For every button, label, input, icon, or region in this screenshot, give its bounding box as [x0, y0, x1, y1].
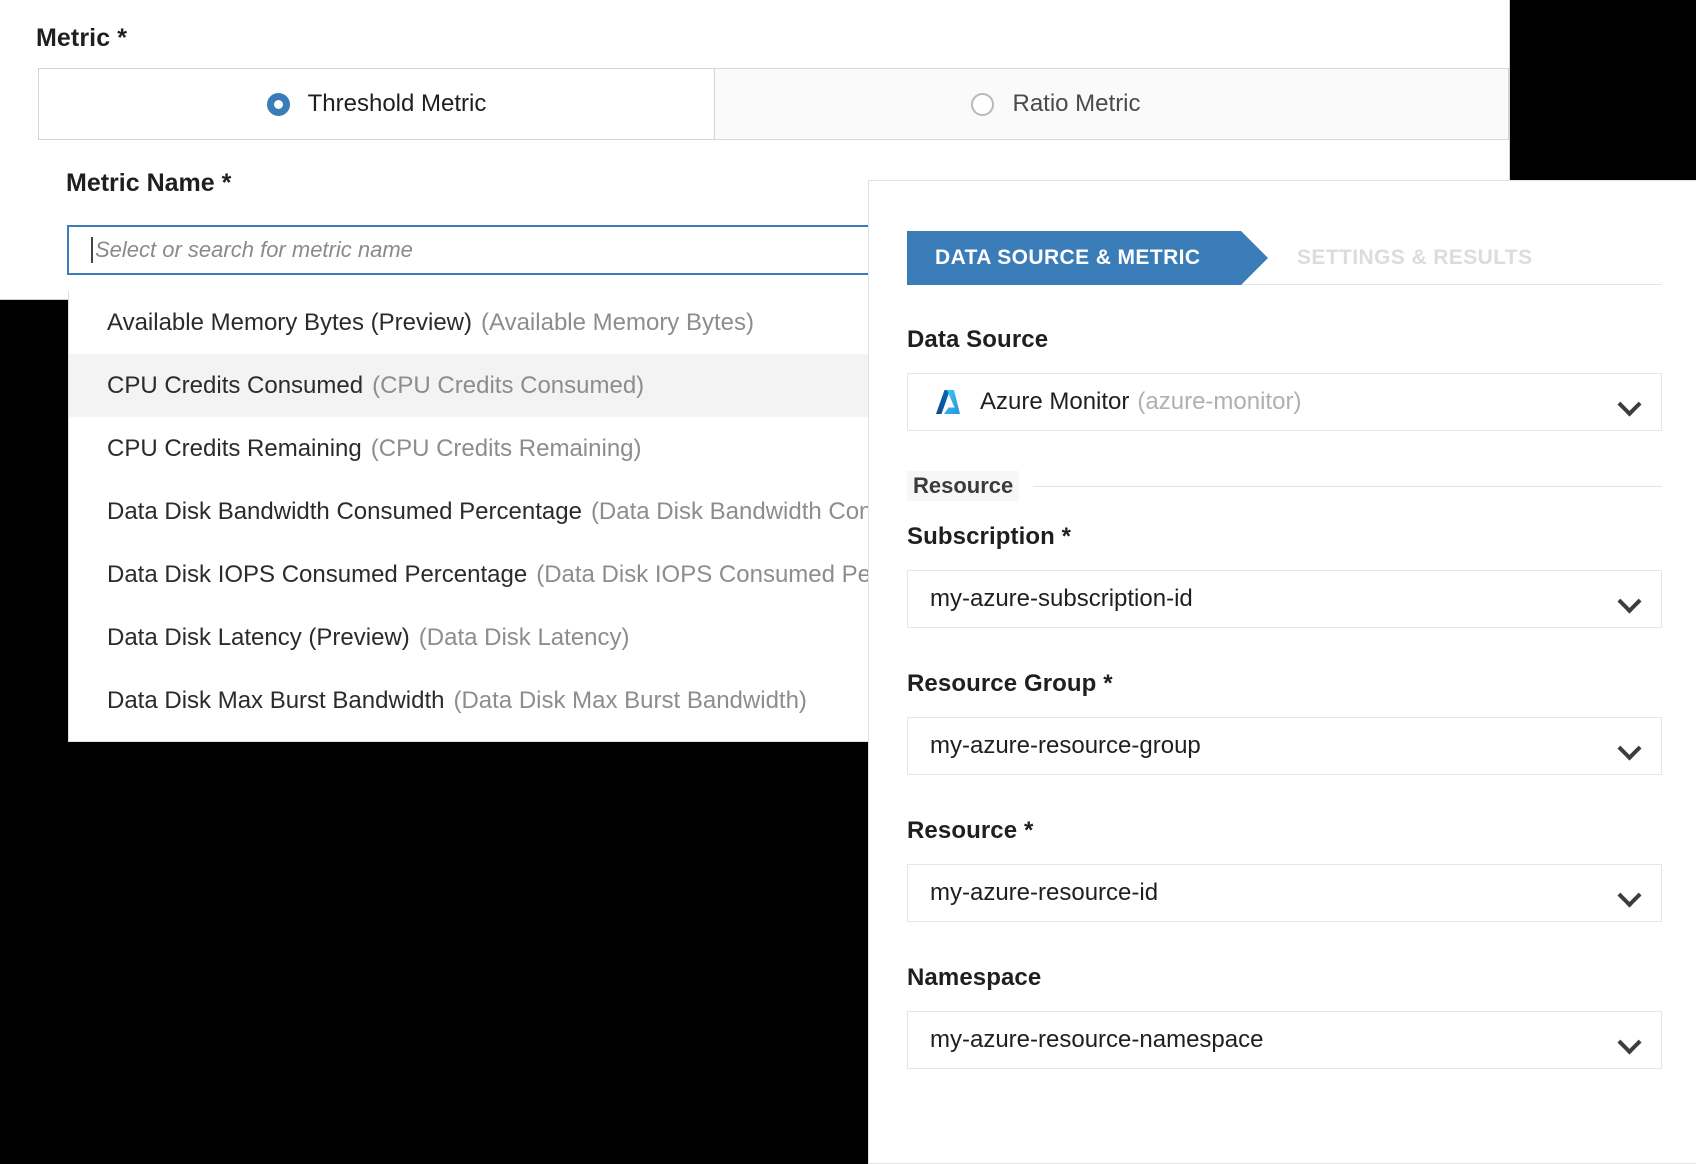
resource-group-value: my-azure-resource-group — [930, 732, 1201, 759]
namespace-select[interactable]: my-azure-resource-namespace — [907, 1011, 1662, 1069]
data-source-select[interactable]: Azure Monitor (azure-monitor) — [907, 373, 1662, 431]
list-item-id: (Data Disk Latency) — [418, 623, 630, 651]
chevron-down-icon[interactable] — [1619, 887, 1641, 900]
list-item-name: Data Disk Max Burst Bandwidth — [107, 686, 445, 714]
list-item-name: CPU Credits Remaining — [107, 434, 362, 462]
metric-section-label: Metric * — [36, 24, 128, 52]
subscription-value: my-azure-subscription-id — [930, 585, 1193, 612]
tab-data-source-and-metric-label: DATA SOURCE & METRIC — [935, 246, 1201, 269]
subscription-label: Subscription * — [907, 523, 1072, 550]
list-item-name: Available Memory Bytes (Preview) — [107, 308, 473, 336]
resource-section-header: Resource — [907, 471, 1662, 501]
list-item-name: Data Disk Bandwidth Consumed Percentage — [107, 497, 582, 525]
section-divider — [1033, 485, 1662, 487]
resource-select[interactable]: my-azure-resource-id — [907, 864, 1662, 922]
list-item-name: Data Disk Latency (Preview) — [107, 623, 410, 651]
list-item-id: (CPU Credits Remaining) — [370, 434, 642, 462]
data-source-label: Data Source — [907, 326, 1049, 353]
list-item-id: (Available Memory Bytes) — [481, 308, 754, 336]
list-item[interactable]: Available Memory Bytes (Preview) (Availa… — [69, 291, 936, 354]
tab-ratio-metric-label: Ratio Metric — [1012, 90, 1141, 117]
chevron-down-icon[interactable] — [1619, 1034, 1641, 1047]
list-item-name: Data Disk IOPS Consumed Percentage — [107, 560, 528, 588]
list-item[interactable]: Data Disk IOPS Consumed Percentage (Data… — [69, 543, 936, 606]
list-item-id: (Data Disk Max Burst Bandwidth) — [453, 686, 807, 714]
tab-settings-and-results-label: SETTINGS & RESULTS — [1297, 246, 1533, 269]
tab-threshold-metric-label: Threshold Metric — [307, 90, 487, 117]
text-caret — [91, 237, 93, 263]
list-item[interactable]: Data Disk Max Burst Bandwidth (Data Disk… — [69, 669, 936, 732]
tab-settings-and-results[interactable]: SETTINGS & RESULTS — [1297, 231, 1533, 285]
resource-group-select[interactable]: my-azure-resource-group — [907, 717, 1662, 775]
resource-value: my-azure-resource-id — [930, 879, 1159, 906]
namespace-value: my-azure-resource-namespace — [930, 1026, 1264, 1053]
namespace-label: Namespace — [907, 964, 1042, 991]
chevron-down-icon[interactable] — [1619, 396, 1641, 409]
data-source-value: Azure Monitor (azure-monitor) — [980, 388, 1607, 416]
data-source-value-text: Azure Monitor — [980, 388, 1130, 415]
resource-label: Resource * — [907, 817, 1034, 844]
list-item-id: (CPU Credits Consumed) — [372, 371, 645, 399]
list-item[interactable]: Data Disk Bandwidth Consumed Percentage … — [69, 480, 936, 543]
tab-data-source-and-metric[interactable]: DATA SOURCE & METRIC — [907, 231, 1268, 285]
radio-selected-icon[interactable] — [266, 92, 290, 116]
list-item[interactable]: Data Disk Latency (Preview) (Data Disk L… — [69, 606, 936, 669]
list-item[interactable]: CPU Credits Remaining (CPU Credits Remai… — [69, 417, 936, 480]
metric-type-tabstrip: Threshold Metric Ratio Metric — [38, 68, 1509, 140]
radio-unselected-icon[interactable] — [971, 92, 995, 116]
chevron-down-icon[interactable] — [1619, 593, 1641, 606]
list-item[interactable]: CPU Credits Consumed (CPU Credits Consum… — [69, 354, 936, 417]
metric-name-dropdown-list[interactable]: Available Memory Bytes (Preview) (Availa… — [68, 291, 937, 742]
azure-monitor-logo-icon — [930, 385, 964, 419]
metric-name-search-placeholder: Select or search for metric name — [95, 237, 413, 262]
data-source-metric-panel: DATA SOURCE & METRIC SETTINGS & RESULTS … — [868, 180, 1696, 1164]
resource-group-label: Resource Group * — [907, 670, 1113, 697]
tab-ratio-metric[interactable]: Ratio Metric — [716, 69, 1396, 139]
resource-section-label: Resource — [907, 471, 1020, 501]
tab-threshold-metric[interactable]: Threshold Metric — [39, 69, 715, 139]
wizard-tabstrip: DATA SOURCE & METRIC SETTINGS & RESULTS — [907, 231, 1662, 285]
data-source-value-id: (azure-monitor) — [1137, 388, 1302, 415]
subscription-select[interactable]: my-azure-subscription-id — [907, 570, 1662, 628]
metric-name-label: Metric Name * — [66, 169, 232, 197]
list-item-name: CPU Credits Consumed — [107, 371, 364, 399]
chevron-down-icon[interactable] — [1619, 740, 1641, 753]
